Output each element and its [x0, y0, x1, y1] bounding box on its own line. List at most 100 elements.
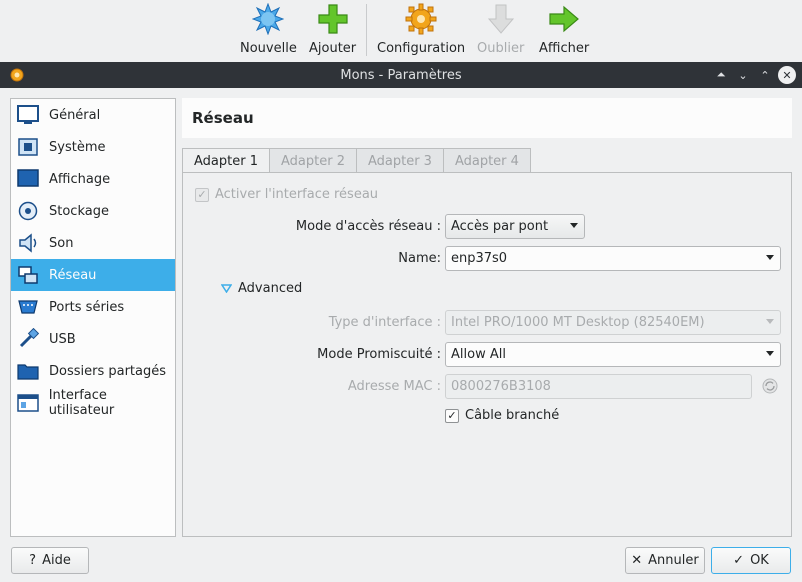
adapter-name-select[interactable]: enp37s0 — [445, 246, 781, 271]
mac-address-label: Adresse MAC : — [347, 379, 441, 394]
sidebar-item-label: Affichage — [49, 171, 111, 187]
sidebar-item-usb[interactable]: USB — [11, 323, 175, 355]
interface-type-select[interactable]: Intel PRO/1000 MT Desktop (82540EM) — [445, 310, 781, 335]
advanced-label: Advanced — [238, 281, 303, 296]
toolbar-discard-label: Oublier — [477, 41, 525, 56]
cancel-button[interactable]: ✕ Annuler — [625, 547, 705, 574]
advanced-toggle[interactable]: Advanced — [221, 281, 302, 296]
serial-port-icon — [16, 295, 40, 319]
display-monitor-icon — [16, 167, 40, 191]
sidebar-item-label: Son — [49, 235, 74, 251]
cancel-icon: ✕ — [631, 553, 643, 568]
general-icon — [16, 103, 40, 127]
refresh-mac-icon[interactable] — [761, 377, 779, 399]
toolbar-show-button[interactable]: Afficher — [539, 2, 589, 58]
tab-adapter-3[interactable]: Adapter 3 — [355, 148, 444, 173]
virtualbox-app-icon — [9, 67, 25, 83]
chevron-down-icon — [766, 351, 774, 356]
enable-interface-checkbox[interactable]: ✓ — [195, 187, 209, 202]
toolbar-add-button[interactable]: Ajouter — [309, 2, 356, 58]
sidebar-item-serial-ports[interactable]: Ports séries — [11, 291, 175, 323]
window-title: Mons - Paramètres — [340, 67, 462, 83]
toolbar-discard-button[interactable]: Oublier — [477, 2, 524, 58]
cancel-button-label: Annuler — [648, 553, 699, 568]
help-button-label: Aide — [42, 553, 71, 568]
promiscuous-label: Mode Promiscuité : — [317, 347, 441, 362]
minimize-icon[interactable]: ⌄ — [734, 66, 752, 84]
sidebar-item-label: Stockage — [49, 203, 109, 219]
sidebar-item-shared-folders[interactable]: Dossiers partagés — [11, 355, 175, 387]
keep-above-icon[interactable]: ⏶ — [712, 66, 730, 84]
new-star-icon — [251, 2, 285, 36]
sidebar-item-label: Réseau — [49, 267, 97, 283]
enable-interface-row[interactable]: ✓ Activer l'interface réseau — [195, 187, 378, 202]
help-icon: ? — [29, 553, 37, 568]
sidebar-item-user-interface[interactable]: Interface utilisateur — [11, 387, 175, 419]
tab-adapter-2[interactable]: Adapter 2 — [268, 148, 357, 173]
sidebar-item-label: Interface utilisateur — [48, 388, 115, 418]
toolbar-new-button[interactable]: Nouvelle — [240, 2, 297, 58]
cable-connected-option[interactable]: ✓ Câble branché — [445, 408, 559, 423]
chevron-down-icon — [766, 319, 774, 324]
tab-label: Adapter 4 — [454, 153, 519, 169]
sidebar-item-label: Ports séries — [49, 299, 125, 315]
adapter-panel: ✓ Activer l'interface réseau Mode d'accè… — [182, 172, 792, 537]
tab-label: Adapter 2 — [280, 153, 345, 169]
cable-connected-checkbox[interactable]: ✓ — [445, 408, 459, 423]
chevron-down-icon — [766, 255, 774, 260]
name-label: Name: — [398, 251, 441, 266]
expand-triangle-icon — [221, 284, 232, 293]
storage-disk-icon — [16, 199, 40, 223]
tab-label: Adapter 1 — [194, 154, 258, 169]
page-title: Réseau — [182, 98, 792, 138]
settings-gear-icon — [404, 2, 438, 36]
help-button[interactable]: ? Aide — [11, 547, 89, 574]
audio-speaker-icon — [16, 231, 40, 255]
show-arrow-icon — [547, 2, 581, 36]
manager-toolbar: Nouvelle Ajouter Configuration Oublier A… — [0, 0, 802, 62]
mode-label: Mode d'accès réseau : — [295, 219, 441, 234]
sidebar-item-storage[interactable]: Stockage — [11, 195, 175, 227]
mac-address-value: 0800276B3108 — [451, 379, 551, 394]
maximize-icon[interactable]: ⌃ — [756, 66, 774, 84]
interface-type-value: Intel PRO/1000 MT Desktop (82540EM) — [451, 315, 705, 330]
shared-folder-icon — [16, 359, 40, 383]
tab-label: Adapter 3 — [367, 153, 432, 169]
add-plus-icon — [316, 2, 350, 36]
toolbar-new-label: Nouvelle — [240, 41, 297, 56]
settings-dialog: Mons - Paramètres ⏶ ⌄ ⌃ ✕ Général Systèm… — [0, 62, 802, 582]
network-mode-select[interactable]: Accès par pont — [445, 214, 585, 239]
chevron-down-icon — [570, 223, 578, 228]
toolbar-separator — [366, 4, 367, 56]
user-interface-icon — [16, 391, 40, 415]
enable-interface-label: Activer l'interface réseau — [215, 187, 379, 202]
sidebar-item-label: Dossiers partagés — [49, 363, 167, 379]
promiscuous-mode-select[interactable]: Allow All — [445, 342, 781, 367]
discard-arrow-icon — [484, 2, 518, 36]
system-chip-icon — [16, 135, 40, 159]
toolbar-add-label: Ajouter — [309, 41, 357, 56]
network-mode-value: Accès par pont — [451, 219, 549, 234]
cable-connected-label: Câble branché — [465, 408, 560, 423]
adapter-name-value: enp37s0 — [451, 251, 508, 266]
sidebar-item-general[interactable]: Général — [11, 99, 175, 131]
tab-adapter-1[interactable]: Adapter 1 — [182, 148, 270, 174]
settings-sidebar: Général Système Affichage Stockage Son R… — [10, 98, 176, 537]
ok-button[interactable]: ✓ OK — [711, 547, 791, 574]
promiscuous-mode-value: Allow All — [451, 347, 506, 362]
sidebar-item-display[interactable]: Affichage — [11, 163, 175, 195]
mac-address-field[interactable]: 0800276B3108 — [445, 374, 752, 399]
sidebar-item-audio[interactable]: Son — [11, 227, 175, 259]
network-icon — [16, 263, 40, 287]
ok-button-label: OK — [750, 553, 769, 568]
close-icon[interactable]: ✕ — [778, 66, 796, 84]
sidebar-item-system[interactable]: Système — [11, 131, 175, 163]
tab-adapter-4[interactable]: Adapter 4 — [442, 148, 531, 173]
usb-icon — [16, 327, 40, 351]
toolbar-configuration-label: Configuration — [377, 41, 466, 56]
sidebar-item-label: Système — [49, 139, 106, 155]
window-titlebar[interactable]: Mons - Paramètres ⏶ ⌄ ⌃ ✕ — [0, 62, 802, 88]
sidebar-item-network[interactable]: Réseau — [11, 259, 175, 291]
sidebar-item-label: Général — [49, 107, 101, 123]
toolbar-configuration-button[interactable]: Configuration — [377, 2, 465, 58]
